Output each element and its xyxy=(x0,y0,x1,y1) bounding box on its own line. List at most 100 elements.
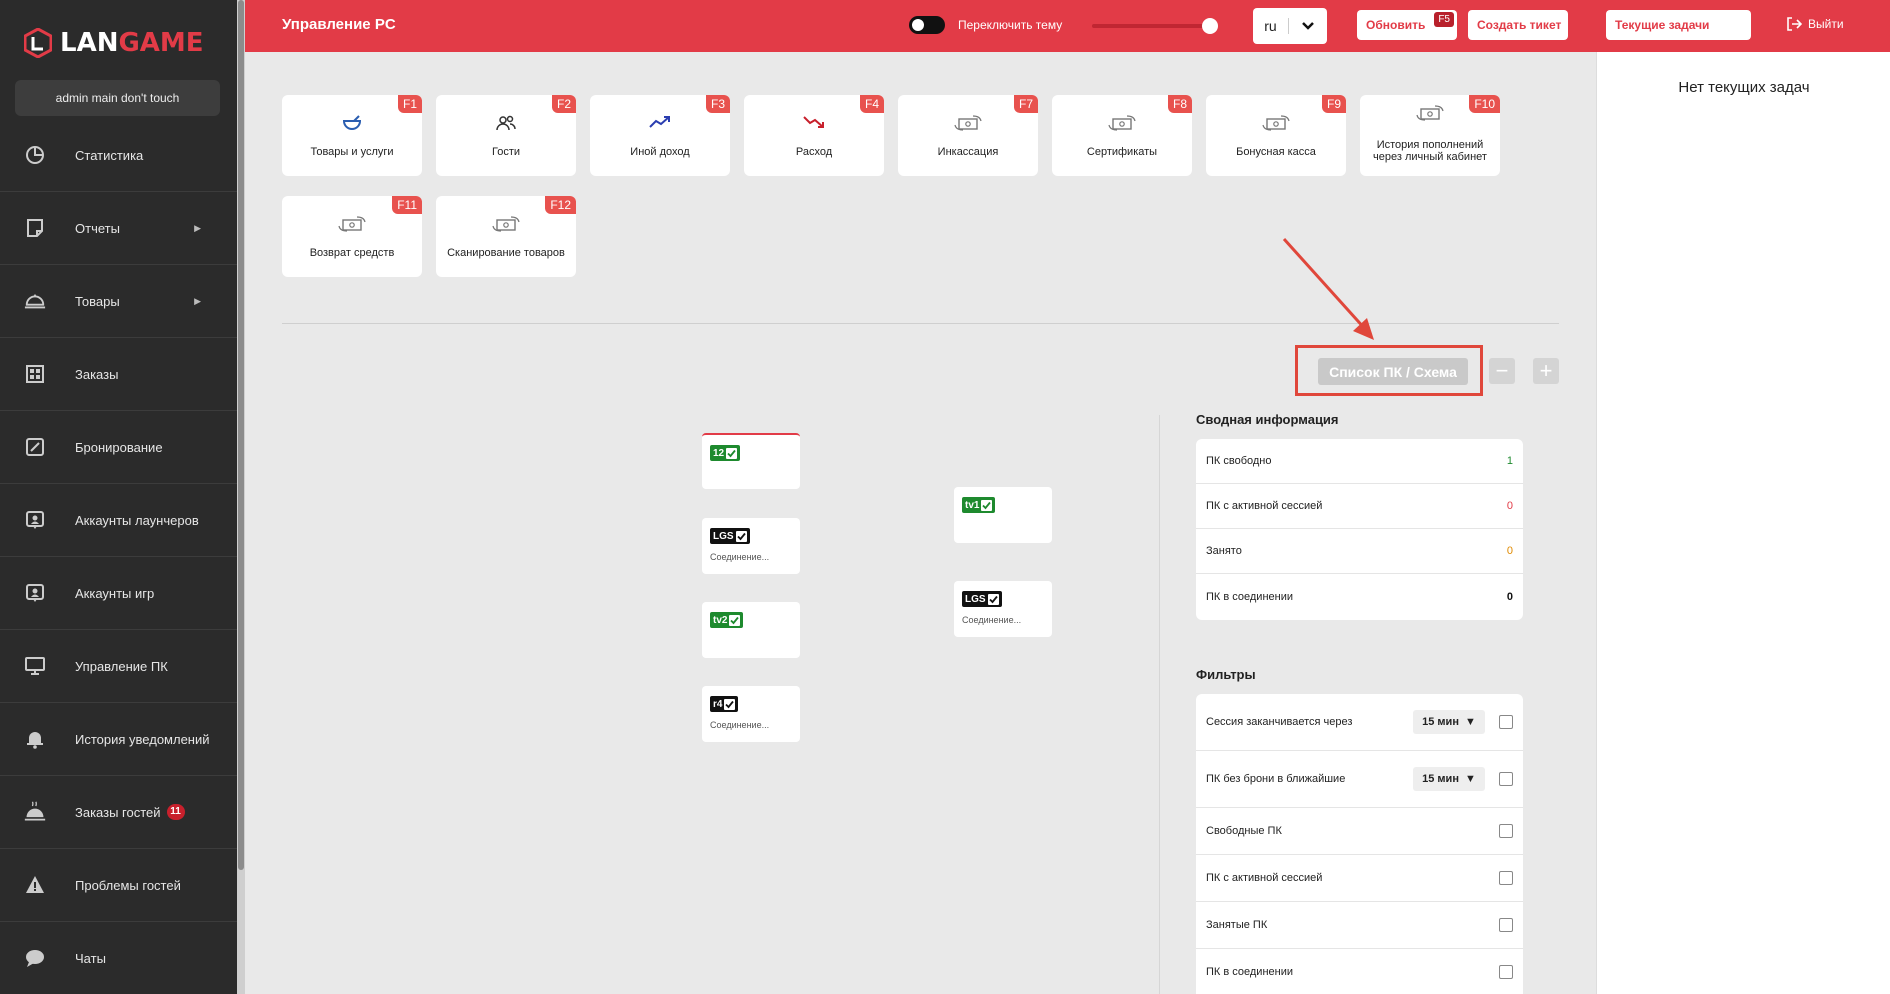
pc-card[interactable]: LGS Соединение... xyxy=(702,518,800,574)
header-slider[interactable] xyxy=(1092,18,1218,34)
tile-guests[interactable]: F2 Гости xyxy=(436,95,576,176)
pc-status: Соединение... xyxy=(962,615,1022,625)
pc-card[interactable]: tv1 xyxy=(954,487,1052,543)
sidebar-item-guest-orders[interactable]: Заказы гостей 11 xyxy=(0,776,237,849)
summary-label: ПК в соединении xyxy=(1206,590,1294,603)
filter-label: Занятые ПК xyxy=(1206,919,1268,931)
sidebar-menu: Статистика Отчеты ▶ Товары ▶ Заказы Брон… xyxy=(0,119,237,994)
zoom-out-button[interactable]: − xyxy=(1489,358,1515,384)
pc-tag: LGS xyxy=(962,591,1002,607)
filter-checkbox[interactable] xyxy=(1499,715,1513,729)
pc-tag-label: LGS xyxy=(713,530,734,542)
sidebar-item-statistics[interactable]: Статистика xyxy=(0,119,237,192)
tile-expense[interactable]: F4 Расход xyxy=(744,95,884,176)
pc-card[interactable]: LGS Соединение... xyxy=(954,581,1052,637)
filter-checkbox[interactable] xyxy=(1499,824,1513,838)
session-ends-select[interactable]: 15 мин ▼ xyxy=(1413,710,1485,734)
logout-button[interactable]: Выйти xyxy=(1786,17,1844,31)
logo[interactable]: LANGAME xyxy=(24,28,204,58)
warning-icon xyxy=(24,874,46,896)
tile-other-income[interactable]: F3 Иной доход xyxy=(590,95,730,176)
money-transfer-icon xyxy=(491,216,521,235)
check-icon xyxy=(729,614,741,626)
sidebar-item-label: Бронирование xyxy=(75,439,163,455)
tile-scan-goods[interactable]: F12 Сканирование товаров xyxy=(436,196,576,277)
money-transfer-icon xyxy=(1415,105,1445,124)
pc-card[interactable]: r4 Соединение... xyxy=(702,686,800,742)
sidebar-item-pc-management[interactable]: Управление ПК xyxy=(0,630,237,703)
sidebar-item-launcher-accounts[interactable]: Аккаунты лаунчеров xyxy=(0,484,237,557)
pc-tag-label: tv1 xyxy=(965,499,980,511)
sidebar-item-chats[interactable]: Чаты xyxy=(0,922,237,994)
hotkey-badge: F9 xyxy=(1321,95,1346,113)
langame-logo-icon xyxy=(24,28,52,58)
no-tasks-text: Нет текущих задач xyxy=(1678,79,1810,96)
theme-toggle-label: Переключить тему xyxy=(958,18,1063,32)
sidebar-item-goods[interactable]: Товары ▶ xyxy=(0,265,237,338)
monitor-icon xyxy=(24,655,46,677)
sidebar-item-label: Чаты xyxy=(75,950,106,966)
sidebar-item-booking[interactable]: Бронирование xyxy=(0,411,237,484)
summary-value: 1 xyxy=(1506,455,1513,467)
current-tasks-button[interactable]: Текущие задачи xyxy=(1606,10,1751,40)
pc-card[interactable]: tv2 xyxy=(702,602,800,658)
theme-toggle-knob xyxy=(912,19,924,31)
filter-checkbox[interactable] xyxy=(1499,918,1513,932)
hotkey-badge: F10 xyxy=(1469,95,1500,113)
language-select[interactable]: ru xyxy=(1253,8,1327,44)
logo-text: LANGAME xyxy=(60,28,204,58)
tile-label: Бонусная касса xyxy=(1236,146,1316,158)
sidebar-item-label: Заказы xyxy=(75,366,119,382)
tile-bonus-cash[interactable]: F9 Бонусная касса xyxy=(1206,95,1346,176)
sidebar-item-label: Статистика xyxy=(75,147,144,163)
chat-icon xyxy=(24,947,46,969)
user-name-box[interactable]: admin main don't touch xyxy=(15,80,220,116)
sidebar: LANGAME admin main don't touch Статистик… xyxy=(0,0,237,994)
filter-checkbox[interactable] xyxy=(1499,772,1513,786)
create-ticket-button[interactable]: Создать тикет xyxy=(1468,10,1568,40)
refresh-button[interactable]: Обновить F5 xyxy=(1357,10,1457,40)
caret-down-icon: ▼ xyxy=(1464,773,1476,785)
sidebar-item-guest-problems[interactable]: Проблемы гостей xyxy=(0,849,237,922)
cloche-icon xyxy=(24,801,46,823)
tile-refund[interactable]: F11 Возврат средств xyxy=(282,196,422,277)
tile-topup-history[interactable]: F10 История пополнений через личный каби… xyxy=(1360,95,1500,176)
chevron-down-icon[interactable] xyxy=(1289,21,1327,31)
user-name: admin main don't touch xyxy=(55,91,180,105)
sidebar-item-label: Товары xyxy=(75,293,120,309)
check-icon xyxy=(987,593,999,605)
check-icon xyxy=(724,698,736,710)
sidebar-scrollbar[interactable] xyxy=(237,0,245,994)
zoom-in-button[interactable]: + xyxy=(1533,358,1559,384)
sidebar-item-orders[interactable]: Заказы xyxy=(0,338,237,411)
chevron-right-icon: ▶ xyxy=(194,295,201,306)
refresh-hotkey-badge: F5 xyxy=(1434,12,1454,27)
check-icon xyxy=(726,447,738,459)
no-booking-select[interactable]: 15 мин ▼ xyxy=(1413,767,1485,791)
page-title: Управление PC xyxy=(282,16,396,33)
filter-checkbox[interactable] xyxy=(1499,964,1513,979)
tile-label: Сертификаты xyxy=(1086,146,1158,158)
theme-toggle[interactable] xyxy=(909,16,945,34)
filter-label: ПК с активной сессией xyxy=(1206,872,1323,884)
sidebar-scrollbar-thumb[interactable] xyxy=(238,0,244,870)
filter-checkbox[interactable] xyxy=(1499,871,1513,885)
summary-card: ПК свободно 1 ПК с активной сессией 0 Заня… xyxy=(1196,439,1523,620)
filter-row: Занятые ПК xyxy=(1196,902,1523,949)
tile-goods-services[interactable]: F1 Товары и услуги xyxy=(282,95,422,176)
summary-row: ПК свободно 1 xyxy=(1196,439,1523,484)
filters-title: Фильтры xyxy=(1196,667,1256,682)
sidebar-item-notifications[interactable]: История уведомлений xyxy=(0,703,237,776)
slider-handle[interactable] xyxy=(1202,18,1218,34)
sidebar-item-reports[interactable]: Отчеты ▶ xyxy=(0,192,237,265)
tile-label: Гости xyxy=(491,146,521,158)
tile-certificates[interactable]: F8 Сертификаты xyxy=(1052,95,1192,176)
sidebar-item-game-accounts[interactable]: Аккаунты игр xyxy=(0,557,237,630)
tile-collection[interactable]: F7 Инкассация xyxy=(898,95,1038,176)
tile-label: Возврат средств xyxy=(309,247,395,259)
logout-label: Выйти xyxy=(1808,17,1844,31)
summary-value: 0 xyxy=(1506,590,1513,603)
sidebar-item-label: История уведомлений xyxy=(75,731,210,747)
pc-card[interactable]: 12 xyxy=(702,433,800,489)
filters-card: Сессия заканчивается через 15 мин ▼ ПК бе… xyxy=(1196,694,1523,994)
